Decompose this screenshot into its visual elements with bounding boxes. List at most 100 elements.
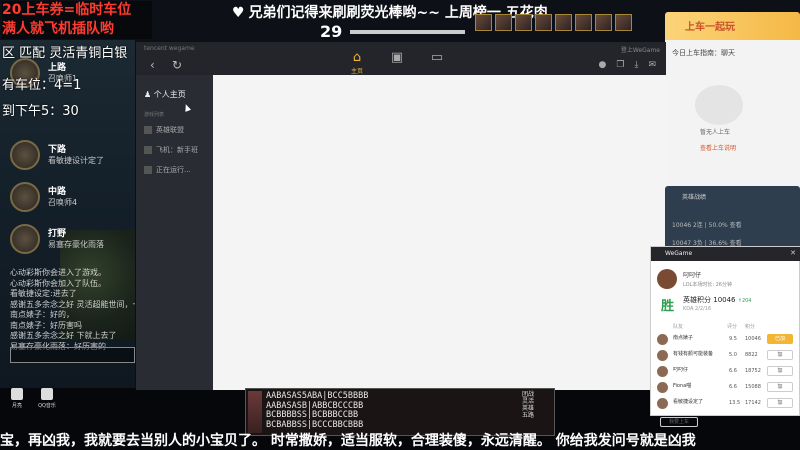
- hero-record-title: 英雄战绩: [682, 194, 707, 201]
- champion-icons: [475, 14, 632, 31]
- add-friend-button[interactable]: 加: [767, 382, 793, 392]
- overlay-text: 到下午5：30: [2, 104, 79, 119]
- overlay-text: 有车位：4=1: [2, 78, 82, 93]
- app-icon: [11, 388, 23, 400]
- scrolling-ticker: 宝，再凶我，我就要去当别人的小宝贝了。 时常撒娇，适当服软，合理装傻，永远清醒。…: [0, 433, 696, 449]
- tab-video[interactable]: ▭: [424, 50, 450, 65]
- letter-board: AABASAS5ABA|BCC5BBBB AABASASB|ABBCBCCCBB…: [245, 388, 555, 436]
- ride-help-link[interactable]: 查看上车说明: [700, 143, 736, 152]
- champion-icon: [575, 14, 592, 31]
- sidebar-item-profile[interactable]: ♟ 个人主页: [144, 89, 186, 100]
- player-avatar: [10, 182, 40, 212]
- chat-message: 南点婊子：好的，: [10, 310, 74, 319]
- refresh-icon[interactable]: ↻: [172, 58, 182, 72]
- hero-record-row[interactable]: 10046 2连 | 50.0% 查看: [672, 220, 742, 229]
- app-icon: [41, 388, 53, 400]
- player-row[interactable]: 下路 看敏捷设计定了: [8, 136, 133, 178]
- avatar: [657, 350, 668, 361]
- hero-score: 英雄积分 10046 ↑204: [683, 296, 752, 304]
- champion-icon: [495, 14, 512, 31]
- player-name: 召唤师4: [48, 198, 78, 207]
- sidebar-section-label: 游戏列表: [144, 112, 165, 118]
- login-text[interactable]: 登上WeGame: [621, 45, 660, 54]
- back-icon[interactable]: ‹: [150, 58, 155, 72]
- game-icon: [144, 166, 152, 174]
- wegame-toolbar: tencent wegame ‹ ↻ ⌂ 主页 ▣ ▭ 登上WeGame ● ❐…: [136, 42, 666, 75]
- empty-text: 暂无人上车: [700, 129, 731, 136]
- wegame-window: tencent wegame ‹ ↻ ⌂ 主页 ▣ ▭ 登上WeGame ● ❐…: [136, 42, 666, 390]
- overlay-text: 20上车券=临时车位: [2, 2, 132, 18]
- column-header: 评分: [727, 324, 738, 330]
- wegame-content-area: [213, 75, 666, 390]
- join-ride-button[interactable]: 上车一起玩: [685, 18, 735, 33]
- chat-message: 心动彩斯你会进入了游戏。: [10, 268, 106, 277]
- video-icon: ▭: [430, 50, 444, 65]
- gift-icon[interactable]: ✉: [648, 60, 656, 70]
- lobby-chat: 心动彩斯你会进入了游戏。 心动彩斯你会加入了队伍。 看敏捷设定:进去了 感谢五多…: [10, 268, 135, 352]
- sidebar-item-game[interactable]: 飞机：新手班: [144, 145, 198, 155]
- window-controls: ● ❐ ⤓ ✉: [599, 60, 656, 70]
- chat-message: 感谢五多余念之好 下就上去了: [10, 331, 117, 340]
- table-row: 南点婊子 9.5 10046 已加: [655, 333, 797, 347]
- tab-home[interactable]: ⌂ 主页: [344, 50, 370, 75]
- overlay-text: 满人就飞机插队哟: [2, 21, 114, 37]
- table-row: Fiona喵 6.6 15088 加: [655, 381, 797, 395]
- desktop-icon-qqmusic[interactable]: QQ音乐: [34, 388, 60, 409]
- stream-white-overlay: 区 匹配 灵活青铜白银 有车位：4=1 到下午5：30: [2, 44, 127, 122]
- game-icon: [144, 146, 152, 154]
- add-friend-button[interactable]: 加: [767, 350, 793, 360]
- board-side-label: 团战 灵活 英雄 五路: [522, 391, 535, 419]
- home-icon: ⌂: [352, 50, 362, 65]
- add-friend-button[interactable]: 加: [767, 398, 793, 408]
- avatar: [657, 269, 677, 289]
- champion-icon: [595, 14, 612, 31]
- champion-icon: [475, 14, 492, 31]
- champion-icon: [555, 14, 572, 31]
- board-portrait: [248, 391, 262, 433]
- sidebar-item-running[interactable]: 正在运行...: [144, 165, 191, 175]
- tab-store[interactable]: ▣: [384, 50, 410, 65]
- kda-text: KDA 2/2/16: [683, 306, 712, 312]
- add-friend-button[interactable]: 加: [767, 366, 793, 376]
- wegame-sidebar: ♟ 个人主页 游戏列表 英雄联盟 飞机：新手班 正在运行...: [136, 75, 213, 390]
- close-icon[interactable]: ✕: [790, 249, 796, 257]
- chat-input[interactable]: [10, 347, 135, 363]
- avatar: [657, 366, 668, 377]
- table-row: 看敏捷设定了 13.5 17142 加: [655, 397, 797, 411]
- player-role: 打野: [48, 229, 67, 239]
- mascot-illustration: [695, 85, 743, 125]
- copy-icon[interactable]: ❐: [616, 60, 624, 70]
- champion-icon: [615, 14, 632, 31]
- user-icon: ♟: [144, 90, 152, 99]
- add-friend-button[interactable]: 已加: [767, 334, 793, 344]
- result-badge: 胜: [661, 299, 675, 314]
- player-avatar: [10, 224, 40, 254]
- player-name: 易塞存豪化雨落: [48, 240, 104, 249]
- player-row[interactable]: 中路 召唤师4: [8, 178, 133, 220]
- chat-message: 心动彩斯你会加入了队伍。: [10, 278, 106, 288]
- game-icon: [144, 126, 152, 134]
- chat-message: 看敏捷设定:进去了: [10, 289, 77, 298]
- timer-progress-bar: [350, 30, 465, 34]
- table-row: 有钱有颜可能装备 5.0 8822 加: [655, 349, 797, 363]
- store-icon: ▣: [390, 50, 404, 65]
- avatar-icon[interactable]: ●: [599, 60, 607, 70]
- right-panel-title: 今日上车指南：聊天: [672, 49, 735, 57]
- overlay-text: 区 匹配 灵活青铜白银: [2, 46, 128, 61]
- join-ride-footer-button[interactable]: 我要上车: [660, 417, 698, 427]
- heart-icon: ♥: [232, 5, 245, 21]
- popup-header: WeGame ✕: [651, 247, 800, 261]
- stream-red-overlay: 20上车券=临时车位 满人就飞机插队哟: [2, 1, 152, 39]
- wegame-brand: tencent wegame: [144, 45, 195, 52]
- right-panel-header: 上车一起玩: [665, 12, 800, 40]
- username: 叼叼仔: [683, 272, 702, 279]
- board-row: BCBABBSS|BCCCBBCBBB: [266, 419, 364, 430]
- avatar: [657, 334, 668, 345]
- player-row[interactable]: 打野 易塞存豪化雨落: [8, 220, 133, 262]
- column-header: 积分: [745, 324, 756, 330]
- download-icon[interactable]: ⤓: [634, 60, 638, 70]
- table-row: 叼叼仔 6.6 18752 加: [655, 365, 797, 379]
- sidebar-item-game[interactable]: 英雄联盟: [144, 125, 184, 135]
- column-header: 队友: [673, 324, 684, 330]
- desktop-icon-moon[interactable]: 月亮: [4, 388, 30, 409]
